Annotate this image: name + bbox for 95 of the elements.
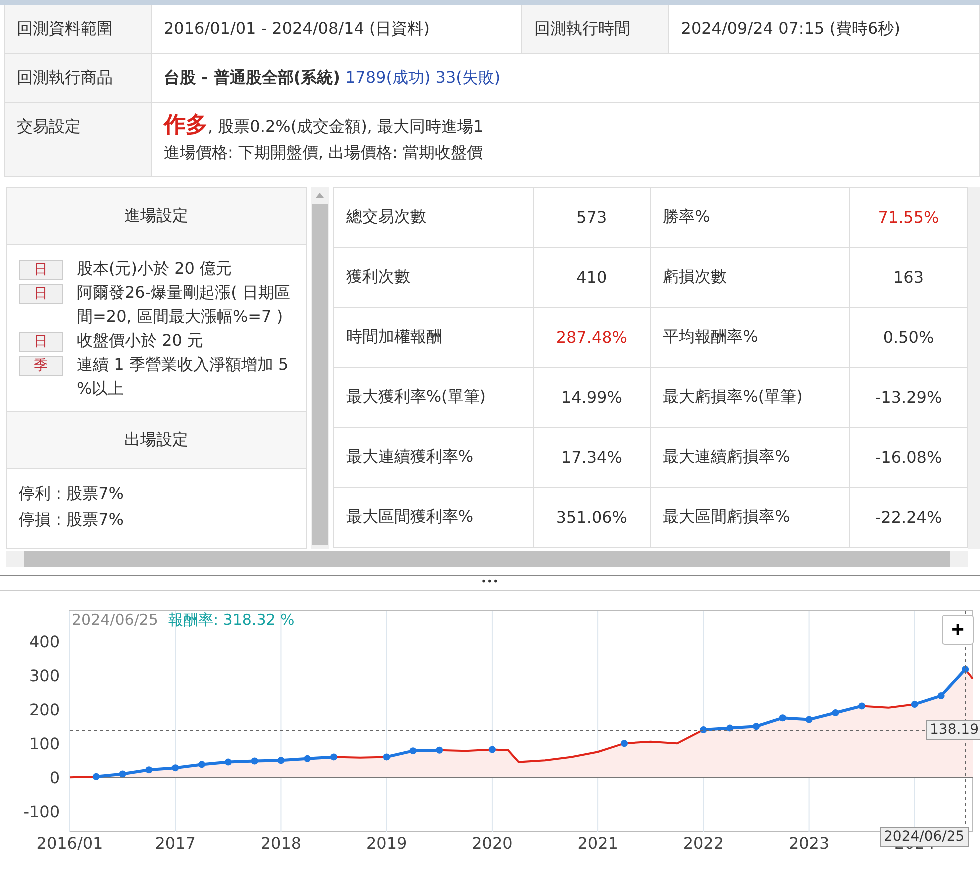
stat-value: 71.55% [878,208,940,227]
point [858,702,866,710]
point [172,764,180,772]
point [620,740,628,748]
stat-label: 平均報酬率% [663,327,758,346]
x-axis-label: 2022 [683,834,724,853]
period-tag: 季 [19,356,63,376]
x-axis-label: 2016/01 [36,834,104,853]
stat-label: 獲利次數 [346,267,410,286]
crosshair-date: 2024/06/25 [880,827,969,847]
stat-label: 最大獲利率%(單筆) [346,387,486,406]
point [488,746,496,754]
success-count: 1789(成功) [346,68,431,86]
x-axis-label: 2017 [155,834,196,853]
stat-label: 最大虧損率%(單筆) [663,387,803,406]
point [330,754,338,761]
stat-label: 虧損次數 [663,267,728,286]
direction-label: 作多 [164,113,208,138]
x-axis-label: 2021 [578,834,618,853]
field-label: 回測執行商品 [17,68,113,86]
x-axis-label: 2020 [472,834,513,853]
exit-rule: 停損 : 股票7% [19,510,124,529]
zoom-in-button[interactable]: + [942,615,974,645]
period-tag: 日 [19,284,63,304]
stat-label: 最大區間虧損率% [663,507,790,526]
field-label: 交易設定 [17,117,81,136]
product-name: 台股 - 普通股全部(系統) [164,68,340,86]
point [436,746,444,754]
section-header: 進場設定 [7,188,306,245]
date-range: 2016/01/01 - 2024/08/14 (日資料) [164,18,430,38]
stat-label: 時間加權報酬 [346,327,442,346]
stat-value: 410 [576,268,608,287]
horizontal-scrollbar[interactable] [6,551,968,567]
stat-value: 573 [576,208,608,227]
scrollbar[interactable] [968,187,980,549]
condition-text: 阿爾發26-爆量剛起漲( 日期區間=20, 區間最大漲幅%=7 ) [77,282,292,328]
point [251,758,258,765]
failed-count: 33(失敗) [436,68,501,86]
point [198,761,206,768]
splitter-handle[interactable]: ••• [481,577,499,588]
point [752,723,760,730]
point [410,748,417,755]
stat-value: 0.50% [883,328,934,347]
point [726,724,734,732]
stat-label: 勝率% [663,207,710,226]
stat-value: 351.06% [556,508,628,527]
stat-value: 17.34% [561,448,622,467]
condition-text: 股本(元)小於 20 億元 [77,258,234,280]
stat-value: -13.29% [875,388,942,407]
point [779,714,786,722]
stat-label: 最大連續獲利率% [346,447,474,466]
condition-text: 收盤價小於 20 元 [77,330,205,352]
point [832,710,840,716]
stat-value: -22.24% [875,508,942,527]
stat-value: 14.99% [561,388,622,407]
stat-label: 最大連續虧損率% [663,447,790,466]
price-settings: 進場價格: 下期開盤價, 出場價格: 當期收盤價 [164,143,484,162]
tooltip-date: 2024/06/25 [72,611,158,629]
condition-text: 連續 1 季營業收入淨額增加 5 %以上 [77,354,290,400]
point [146,766,153,774]
stat-label: 總交易次數 [346,207,426,226]
stat-value: 287.48% [556,328,628,347]
x-axis-label: 2019 [366,834,408,853]
y-axis-label: 300 [29,666,60,686]
y-axis-label: 200 [29,700,60,720]
field-label: 回測資料範圍 [17,18,113,38]
run-time: 2024/09/24 07:15 (費時6秒) [681,18,900,38]
point [938,692,945,700]
crosshair-value: 138.19 [926,720,980,740]
section-header: 出場設定 [7,412,306,469]
stat-value: -16.08% [875,448,942,467]
point [119,770,126,778]
period-tag: 日 [19,260,63,280]
point [383,754,390,761]
exit-rule: 停利 : 股票7% [19,484,124,503]
stat-label: 最大區間獲利率% [346,507,474,526]
point [911,701,918,708]
x-axis-label: 2018 [260,834,302,853]
field-label: 回測執行時間 [534,18,630,38]
y-axis-label: 0 [50,768,60,788]
stat-value: 163 [893,268,924,287]
point [806,716,813,724]
trade-settings: , 股票0.2%(成交金額), 最大同時進場1 [208,117,484,136]
scroll-up-icon[interactable] [316,193,324,198]
point [224,758,232,766]
tooltip-value: 報酬率: 318.32 % [168,611,295,629]
y-axis-label: 400 [29,632,60,652]
point [304,755,312,762]
scrollbar[interactable] [311,187,330,549]
point [278,757,285,764]
y-axis-label: -100 [24,802,60,822]
period-tag: 日 [19,332,63,352]
point [92,773,100,780]
x-axis-label: 2023 [788,834,830,853]
y-axis-label: 100 [29,734,60,754]
